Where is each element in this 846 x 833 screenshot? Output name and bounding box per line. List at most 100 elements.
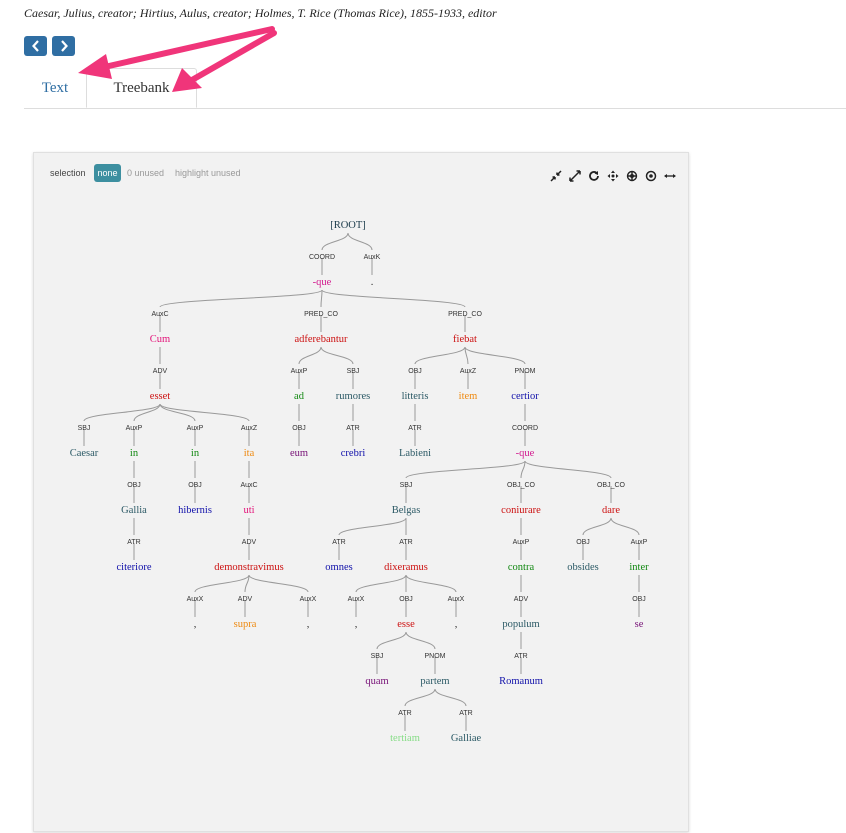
tree-label-populum[interactable]: ADV [514,596,529,603]
tree-label-ita[interactable]: AuxZ [241,425,258,432]
tree-label-esse[interactable]: OBJ [399,596,413,603]
tree-label-comma1[interactable]: AuxX [187,596,204,603]
tree-label-gallia[interactable]: OBJ [127,482,141,489]
tree-node-belgas[interactable]: Belgas [392,505,421,516]
tree-node-crebri[interactable]: crebri [341,448,366,459]
tree-label-belgas[interactable]: SBJ [400,482,413,489]
tree-label-contra[interactable]: AuxP [513,539,530,546]
tree-node-esset[interactable]: esset [150,391,170,402]
tree-edge-litteris [414,346,466,365]
tree-node-coniurare[interactable]: coniurare [501,505,541,516]
tree-node-litteris[interactable]: litteris [402,391,429,402]
tree-node-contra[interactable]: contra [508,562,535,573]
tree-label-que1[interactable]: COORD [309,254,335,261]
tree-node-que2[interactable]: -que [516,448,535,459]
tree-node-inter[interactable]: inter [629,562,649,573]
tree-node-fiebat[interactable]: fiebat [453,334,477,345]
tree-label-partem[interactable]: PNOM [425,653,446,660]
tree-node-demonstr[interactable]: demonstravimus [214,562,283,573]
tree-label-comma2[interactable]: AuxX [300,596,317,603]
tree-label-comma3[interactable]: AuxX [348,596,365,603]
tree-node-eum[interactable]: eum [290,448,308,459]
tree-label-fiebat[interactable]: PRED_CO [448,311,482,318]
tree-node-hibernis[interactable]: hibernis [178,505,212,516]
next-button[interactable] [52,36,75,56]
tree-label-eum[interactable]: OBJ [292,425,306,432]
tree-node-caesar[interactable]: Caesar [70,448,99,459]
tab-text[interactable]: Text [24,68,86,108]
tree-node-partem[interactable]: partem [420,676,449,687]
tree-label-esset[interactable]: ADV [153,368,168,375]
tree-label-rumores[interactable]: SBJ [347,368,360,375]
tree-node-ad[interactable]: ad [294,391,305,402]
tree-node-certior[interactable]: certior [511,391,539,402]
tree-label-se[interactable]: OBJ [632,596,646,603]
tree-node-dixeramus[interactable]: dixeramus [384,562,428,573]
tree-node-comma4[interactable]: , [455,619,458,630]
tree-node-tertiam[interactable]: tertiam [390,733,420,744]
chevron-left-icon [31,40,39,52]
tree-label-galliae[interactable]: ATR [459,710,472,717]
tree-node-ita[interactable]: ita [244,448,255,459]
tree-node-supra[interactable]: supra [234,619,257,630]
tree-label-que2[interactable]: COORD [512,425,538,432]
tree-label-item[interactable]: AuxZ [460,368,477,375]
tree-node-esse[interactable]: esse [397,619,415,630]
tree-node-gallia[interactable]: Gallia [121,505,147,516]
tree-node-populum[interactable]: populum [502,619,539,630]
tree-label-coniurare[interactable]: OBJ_CO [507,482,536,489]
tree-node-rumores[interactable]: rumores [336,391,370,402]
tree-node-omnes[interactable]: omnes [325,562,352,573]
tree-node-uti[interactable]: uti [243,505,254,516]
tree-label-labieni[interactable]: ATR [408,425,421,432]
tree-label-romanum[interactable]: ATR [514,653,527,660]
tree-label-in2[interactable]: AuxP [187,425,204,432]
tree-label-obsides[interactable]: OBJ [576,539,590,546]
tree-node-romanum[interactable]: Romanum [499,676,543,687]
tree-label-adfereb[interactable]: PRED_CO [304,311,338,318]
tree-label-certior[interactable]: PNOM [515,368,536,375]
tree-node-labieni[interactable]: Labieni [399,448,431,459]
tree-label-tertiam[interactable]: ATR [398,710,411,717]
tree-label-comma4[interactable]: AuxX [448,596,465,603]
tree-node-comma2[interactable]: , [307,619,310,630]
tab-bar: Text Treebank [24,68,846,109]
tree-node-comma1[interactable]: , [194,619,197,630]
tree-label-uti[interactable]: AuxC [240,482,257,489]
tree-node-comma3[interactable]: , [355,619,358,630]
tree-node-galliae[interactable]: Galliae [451,733,482,744]
tree-node-item[interactable]: item [459,391,478,402]
previous-button[interactable] [24,36,47,56]
tab-treebank[interactable]: Treebank [86,68,197,108]
tree-label-cum[interactable]: AuxC [151,311,168,318]
attribution-text: Caesar, Julius, creator; Hirtius, Aulus,… [24,6,497,20]
tree-node-period[interactable]: . [371,277,374,288]
tree-label-inter[interactable]: AuxP [631,539,648,546]
tree-node-se[interactable]: se [635,619,644,630]
tree-node-in2[interactable]: in [191,448,200,459]
tree-label-citeriore[interactable]: ATR [127,539,140,546]
tree-label-dixeramus[interactable]: ATR [399,539,412,546]
tree-node-in1[interactable]: in [130,448,139,459]
tree-label-hibernis[interactable]: OBJ [188,482,202,489]
tree-label-in1[interactable]: AuxP [126,425,143,432]
tree-node-que1[interactable]: -que [313,277,332,288]
tree-node-root[interactable]: [ROOT] [330,220,366,231]
tree-edge-cum [159,289,323,308]
tree-label-litteris[interactable]: OBJ [408,368,422,375]
tree-label-demonstr[interactable]: ADV [242,539,257,546]
tree-label-caesar[interactable]: SBJ [78,425,91,432]
tree-node-quam[interactable]: quam [365,676,388,687]
tree-label-period[interactable]: AuxK [364,254,381,261]
tree-node-dare[interactable]: dare [602,505,620,516]
tree-label-omnes[interactable]: ATR [332,539,345,546]
tree-label-crebri[interactable]: ATR [346,425,359,432]
tree-node-obsides[interactable]: obsides [567,562,599,573]
tree-label-supra[interactable]: ADV [238,596,253,603]
tree-node-adfereb[interactable]: adferebantur [294,334,348,345]
tree-label-quam[interactable]: SBJ [371,653,384,660]
tree-node-cum[interactable]: Cum [150,334,170,345]
tree-label-dare[interactable]: OBJ_CO [597,482,626,489]
tree-node-citeriore[interactable]: citeriore [117,562,152,573]
tree-label-ad[interactable]: AuxP [291,368,308,375]
